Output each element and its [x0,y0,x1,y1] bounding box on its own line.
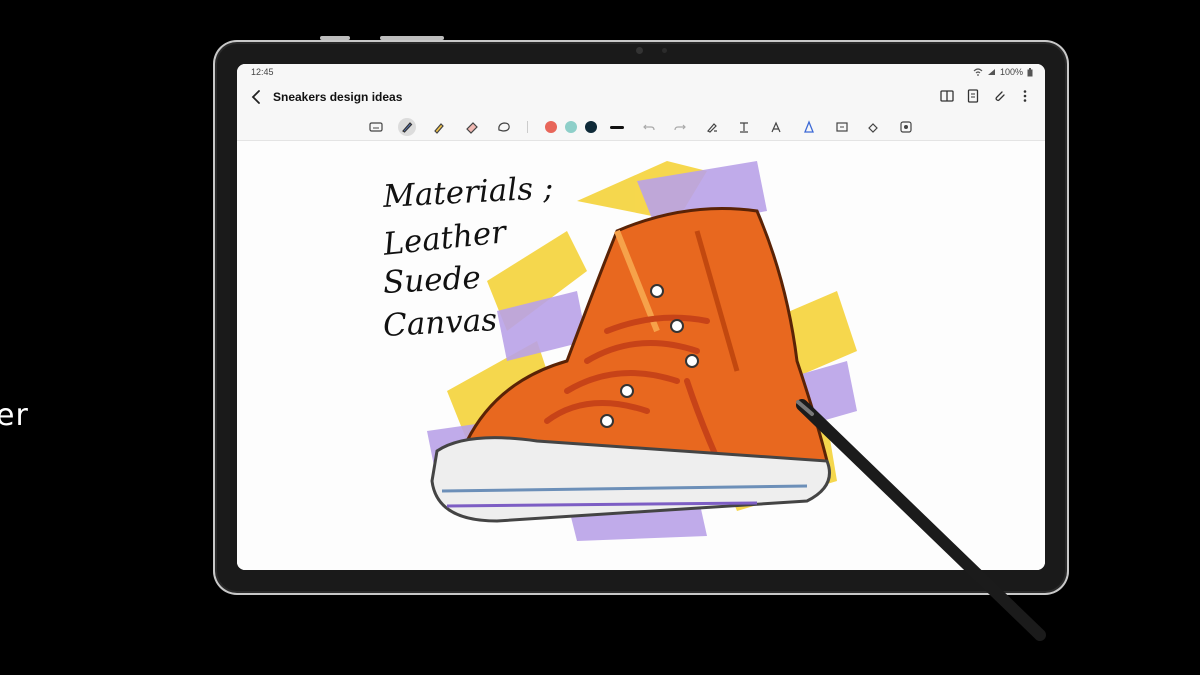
s-pen-stylus [796,399,1046,641]
